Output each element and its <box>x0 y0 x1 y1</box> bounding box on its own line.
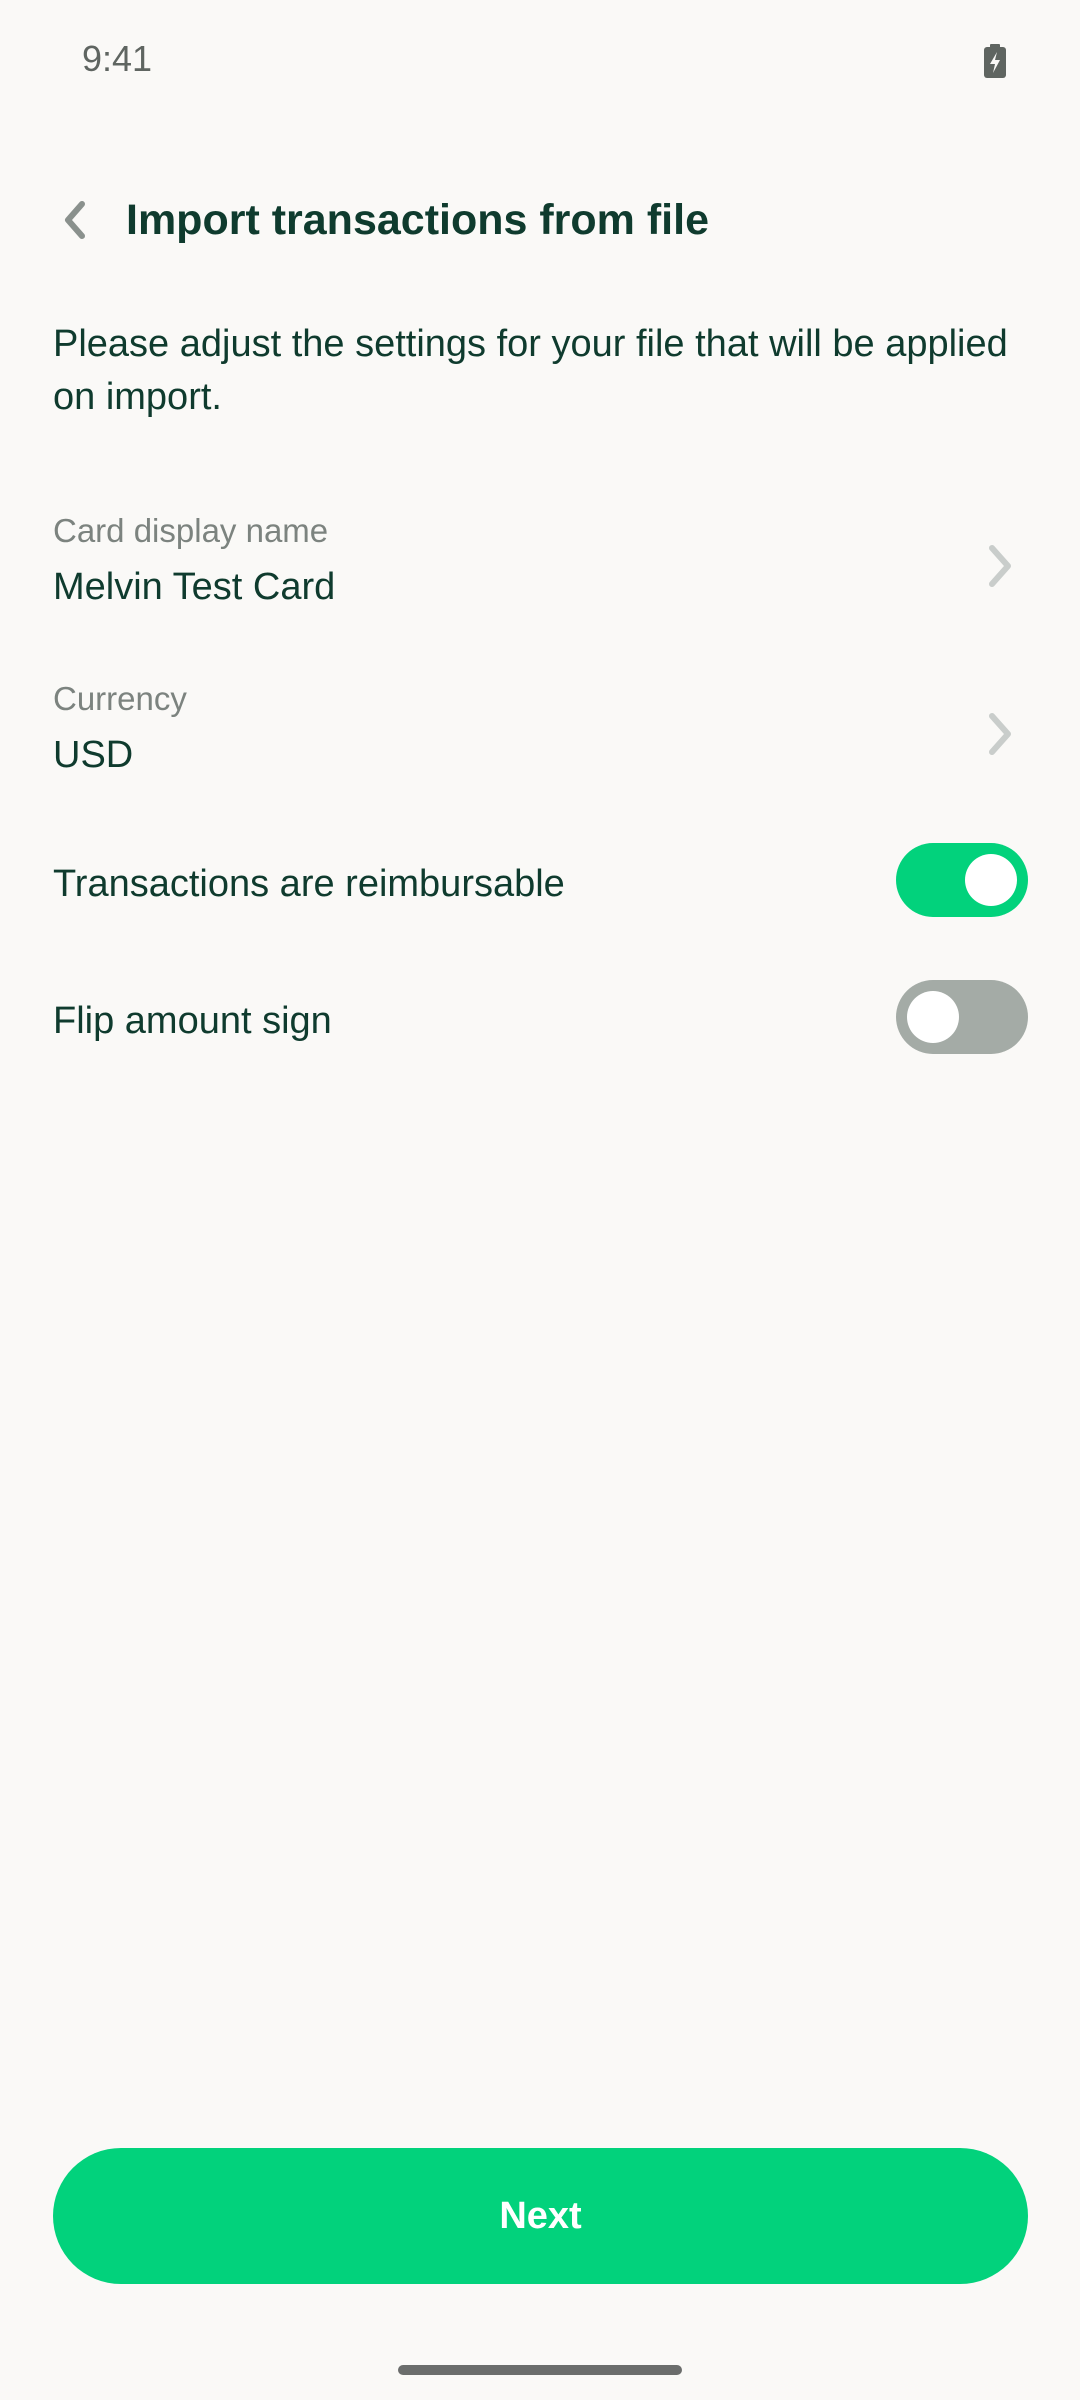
reimbursable-toggle[interactable] <box>896 843 1028 917</box>
next-button[interactable]: Next <box>53 2148 1028 2284</box>
chevron-right-icon <box>989 545 1011 587</box>
flip-amount-sign-label: Flip amount sign <box>53 1000 332 1042</box>
currency-label: Currency <box>53 680 187 717</box>
home-indicator[interactable] <box>398 2365 682 2375</box>
page-title: Import transactions from file <box>126 196 709 244</box>
battery-charging-icon <box>984 44 1006 78</box>
toggle-knob <box>965 854 1017 906</box>
intro-text: Please adjust the settings for your file… <box>53 323 1008 418</box>
currency-value: USD <box>53 734 134 776</box>
app-header: Import transactions from file <box>0 180 1080 260</box>
reimbursable-label: Transactions are reimbursable <box>53 863 565 905</box>
chevron-left-icon <box>65 201 85 239</box>
card-display-name-label: Card display name <box>53 512 329 549</box>
status-bar: 9:41 <box>0 0 1080 120</box>
card-display-name-value: Melvin Test Card <box>53 566 336 608</box>
flip-amount-sign-row: Flip amount sign <box>0 980 1080 1060</box>
chevron-right-icon <box>989 713 1011 755</box>
status-time: 9:41 <box>82 38 153 79</box>
toggle-knob <box>907 991 959 1043</box>
reimbursable-row: Transactions are reimbursable <box>0 843 1080 923</box>
back-button[interactable] <box>44 190 104 250</box>
card-display-name-row[interactable]: Card display name Melvin Test Card <box>0 500 1080 630</box>
currency-row[interactable]: Currency USD <box>0 668 1080 798</box>
flip-amount-sign-toggle[interactable] <box>896 980 1028 1054</box>
